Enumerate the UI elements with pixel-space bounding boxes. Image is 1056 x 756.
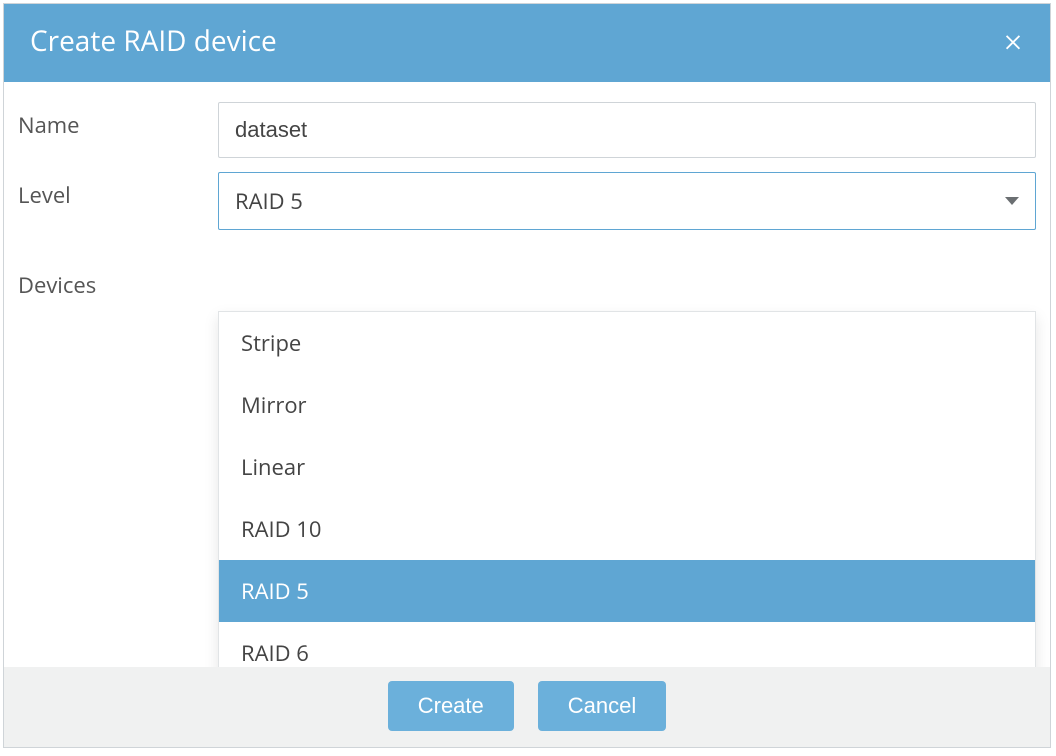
level-option[interactable]: Mirror <box>219 374 1035 436</box>
level-option[interactable]: RAID 5 <box>219 560 1035 622</box>
level-option[interactable]: RAID 6 <box>219 622 1035 667</box>
close-icon[interactable] <box>1002 30 1024 52</box>
level-label: Level <box>4 152 218 210</box>
dialog-footer: Create Cancel <box>4 667 1050 747</box>
row-name: Name <box>4 82 1050 158</box>
row-level: Level RAID 5 <box>4 152 1050 230</box>
create-button[interactable]: Create <box>388 681 514 731</box>
name-label: Name <box>4 82 218 140</box>
create-raid-dialog: Create RAID device Name Level RAID 5 Dev… <box>3 3 1051 748</box>
dialog-title: Create RAID device <box>30 22 277 60</box>
row-devices: Devices <box>4 230 1050 300</box>
level-option[interactable]: RAID 10 <box>219 498 1035 560</box>
dialog-body: Name Level RAID 5 Devices StripeMirrorLi… <box>4 82 1050 667</box>
devices-label: Devices <box>4 230 218 300</box>
dialog-header: Create RAID device <box>4 4 1050 82</box>
chevron-down-icon <box>1005 197 1019 205</box>
level-select-value: RAID 5 <box>235 186 303 216</box>
level-option[interactable]: Linear <box>219 436 1035 498</box>
name-input[interactable] <box>218 102 1036 158</box>
level-select[interactable]: RAID 5 <box>218 172 1036 230</box>
level-option[interactable]: Stripe <box>219 312 1035 374</box>
cancel-button[interactable]: Cancel <box>538 681 666 731</box>
level-dropdown[interactable]: StripeMirrorLinearRAID 10RAID 5RAID 6 <box>218 311 1036 667</box>
